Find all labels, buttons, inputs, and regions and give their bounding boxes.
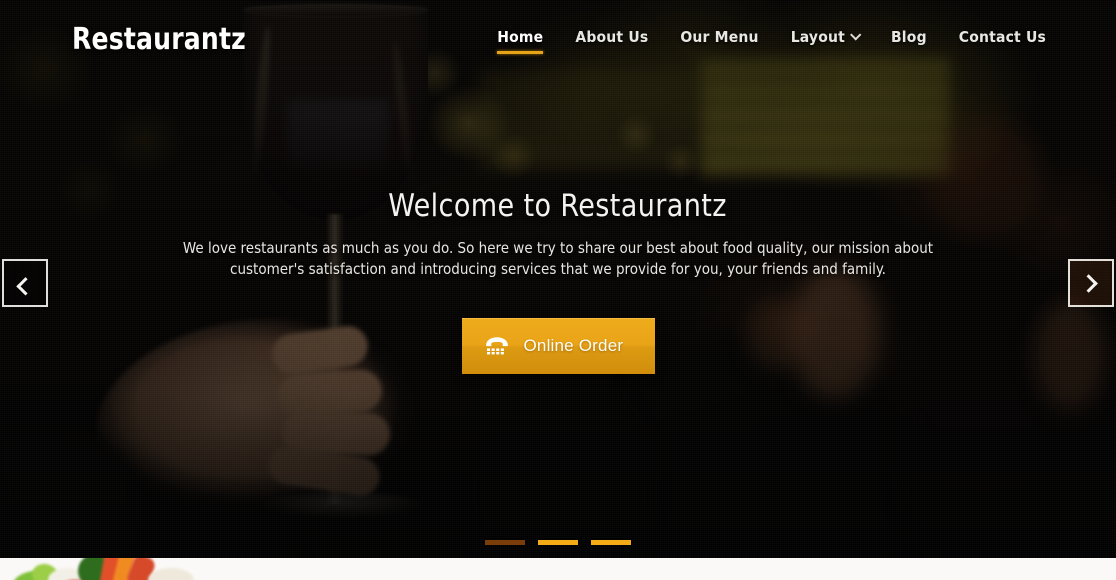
hero-subtitle: We love restaurants as much as you do. S… [182, 239, 934, 278]
slider-pagination-bar-3[interactable] [591, 540, 631, 545]
nav-item-label: Layout [790, 28, 845, 46]
nav-item-label: Home [497, 28, 544, 46]
online-order-label: Online Order [523, 336, 624, 355]
section-below-hero [0, 558, 1116, 580]
nav-item-about-us[interactable]: About Us [559, 28, 664, 56]
slider-pagination-bar-2[interactable] [538, 540, 578, 545]
hero-slider: Restaurantz Home About Us Our Menu Layou… [0, 0, 1116, 558]
slider-next-button[interactable] [1068, 259, 1114, 307]
nav-item-our-menu[interactable]: Our Menu [664, 28, 774, 56]
nav-item-blog[interactable]: Blog [875, 28, 943, 56]
nav-item-label: Our Menu [680, 28, 759, 46]
online-order-button[interactable]: Online Order [461, 318, 655, 374]
chevron-down-icon [850, 29, 862, 41]
site-header: Restaurantz Home About Us Our Menu Layou… [0, 0, 1116, 80]
chevron-left-icon [15, 276, 35, 296]
hero-content: Welcome to Restaurantz We love restauran… [0, 0, 1116, 558]
page-root: Restaurantz Home About Us Our Menu Layou… [0, 0, 1116, 580]
hero-title: Welcome to Restaurantz [388, 188, 728, 224]
slider-pagination-bar-1[interactable] [485, 540, 525, 545]
nav-item-label: Blog [890, 28, 927, 46]
slider-pagination [0, 540, 1116, 545]
slider-prev-button[interactable] [2, 259, 48, 307]
nav-item-label: Contact Us [958, 28, 1046, 46]
nav-item-label: About Us [575, 28, 649, 46]
nav-item-layout[interactable]: Layout [775, 28, 875, 56]
nav-item-home[interactable]: Home [481, 28, 559, 56]
vegetable [148, 568, 194, 580]
chevron-right-icon [1078, 273, 1098, 293]
telephone-icon [484, 336, 510, 356]
site-logo[interactable]: Restaurantz [72, 22, 246, 57]
main-navigation: Home About Us Our Menu Layout Blog Conta… [481, 28, 1062, 56]
food-image [10, 558, 202, 580]
nav-item-contact-us[interactable]: Contact Us [943, 28, 1062, 56]
